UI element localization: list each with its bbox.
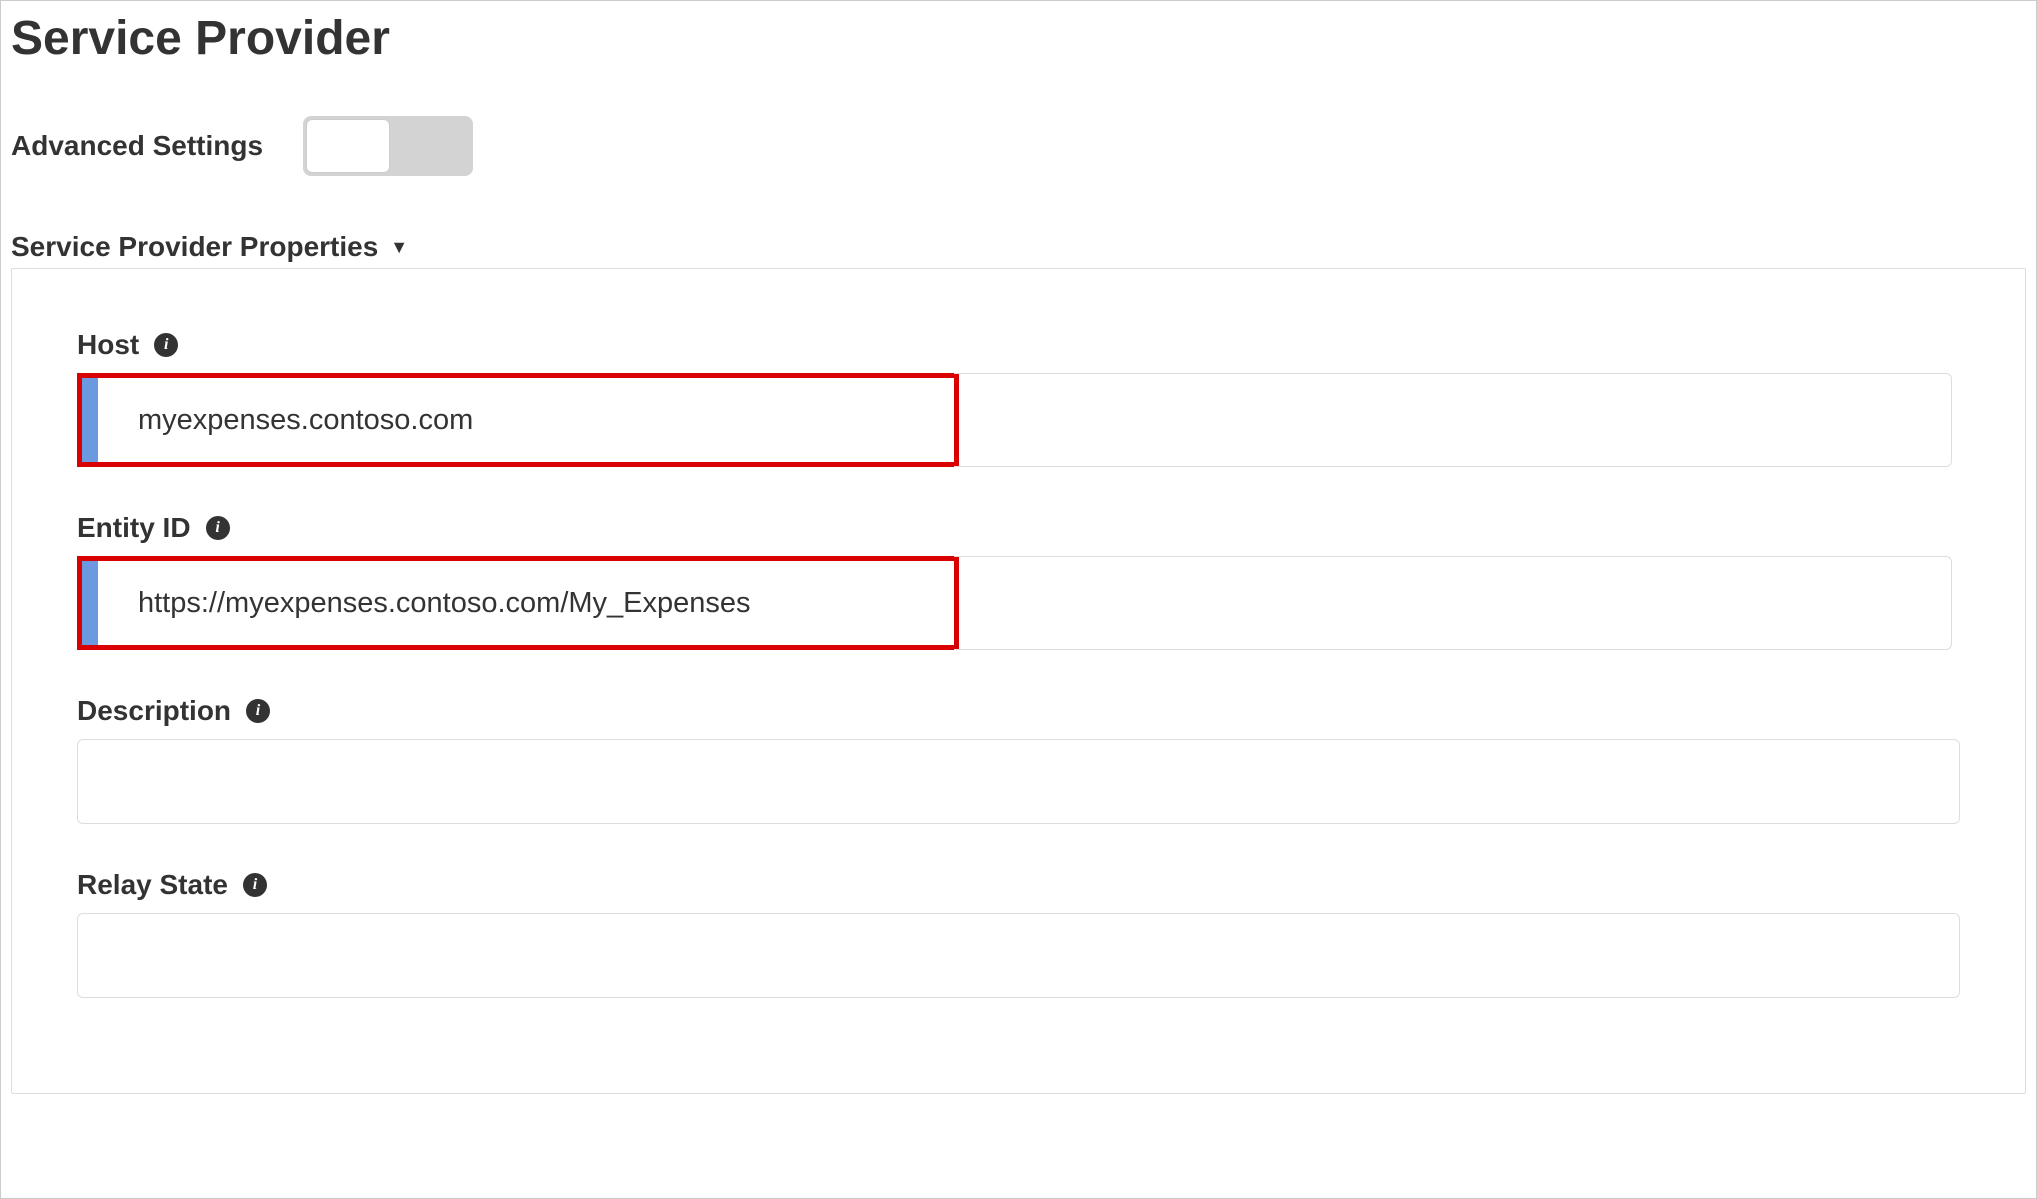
description-field-group: Description i xyxy=(77,695,1960,824)
input-extension xyxy=(954,556,1952,650)
toggle-handle xyxy=(306,119,390,173)
info-icon[interactable]: i xyxy=(206,516,230,540)
input-extension xyxy=(954,373,1952,467)
input-accent xyxy=(82,378,98,462)
relay-state-input[interactable] xyxy=(77,913,1960,998)
host-label: Host xyxy=(77,329,139,361)
relay-state-label: Relay State xyxy=(77,869,228,901)
properties-panel: Host i Entity ID i Description i xyxy=(11,268,2026,1094)
description-input[interactable] xyxy=(77,739,1960,824)
relay-state-field-group: Relay State i xyxy=(77,869,1960,998)
caret-down-icon: ▼ xyxy=(390,237,408,258)
entity-id-input[interactable] xyxy=(98,561,954,645)
host-input-wrapper xyxy=(77,373,959,467)
entity-id-label: Entity ID xyxy=(77,512,191,544)
section-title: Service Provider Properties xyxy=(11,231,378,263)
input-accent xyxy=(82,561,98,645)
page-title: Service Provider xyxy=(11,11,2026,66)
entity-id-field-group: Entity ID i xyxy=(77,512,1960,650)
info-icon[interactable]: i xyxy=(246,699,270,723)
relay-state-input-wrapper xyxy=(77,913,1960,998)
entity-id-input-wrapper xyxy=(77,556,959,650)
info-icon[interactable]: i xyxy=(154,333,178,357)
advanced-settings-label: Advanced Settings xyxy=(11,130,263,162)
service-provider-properties-header[interactable]: Service Provider Properties ▼ xyxy=(11,231,2026,263)
advanced-settings-toggle[interactable] xyxy=(303,116,473,176)
host-field-group: Host i xyxy=(77,329,1960,467)
advanced-settings-row: Advanced Settings xyxy=(11,116,2026,176)
description-input-wrapper xyxy=(77,739,1960,824)
description-label: Description xyxy=(77,695,231,727)
host-input[interactable] xyxy=(98,378,954,462)
info-icon[interactable]: i xyxy=(243,873,267,897)
